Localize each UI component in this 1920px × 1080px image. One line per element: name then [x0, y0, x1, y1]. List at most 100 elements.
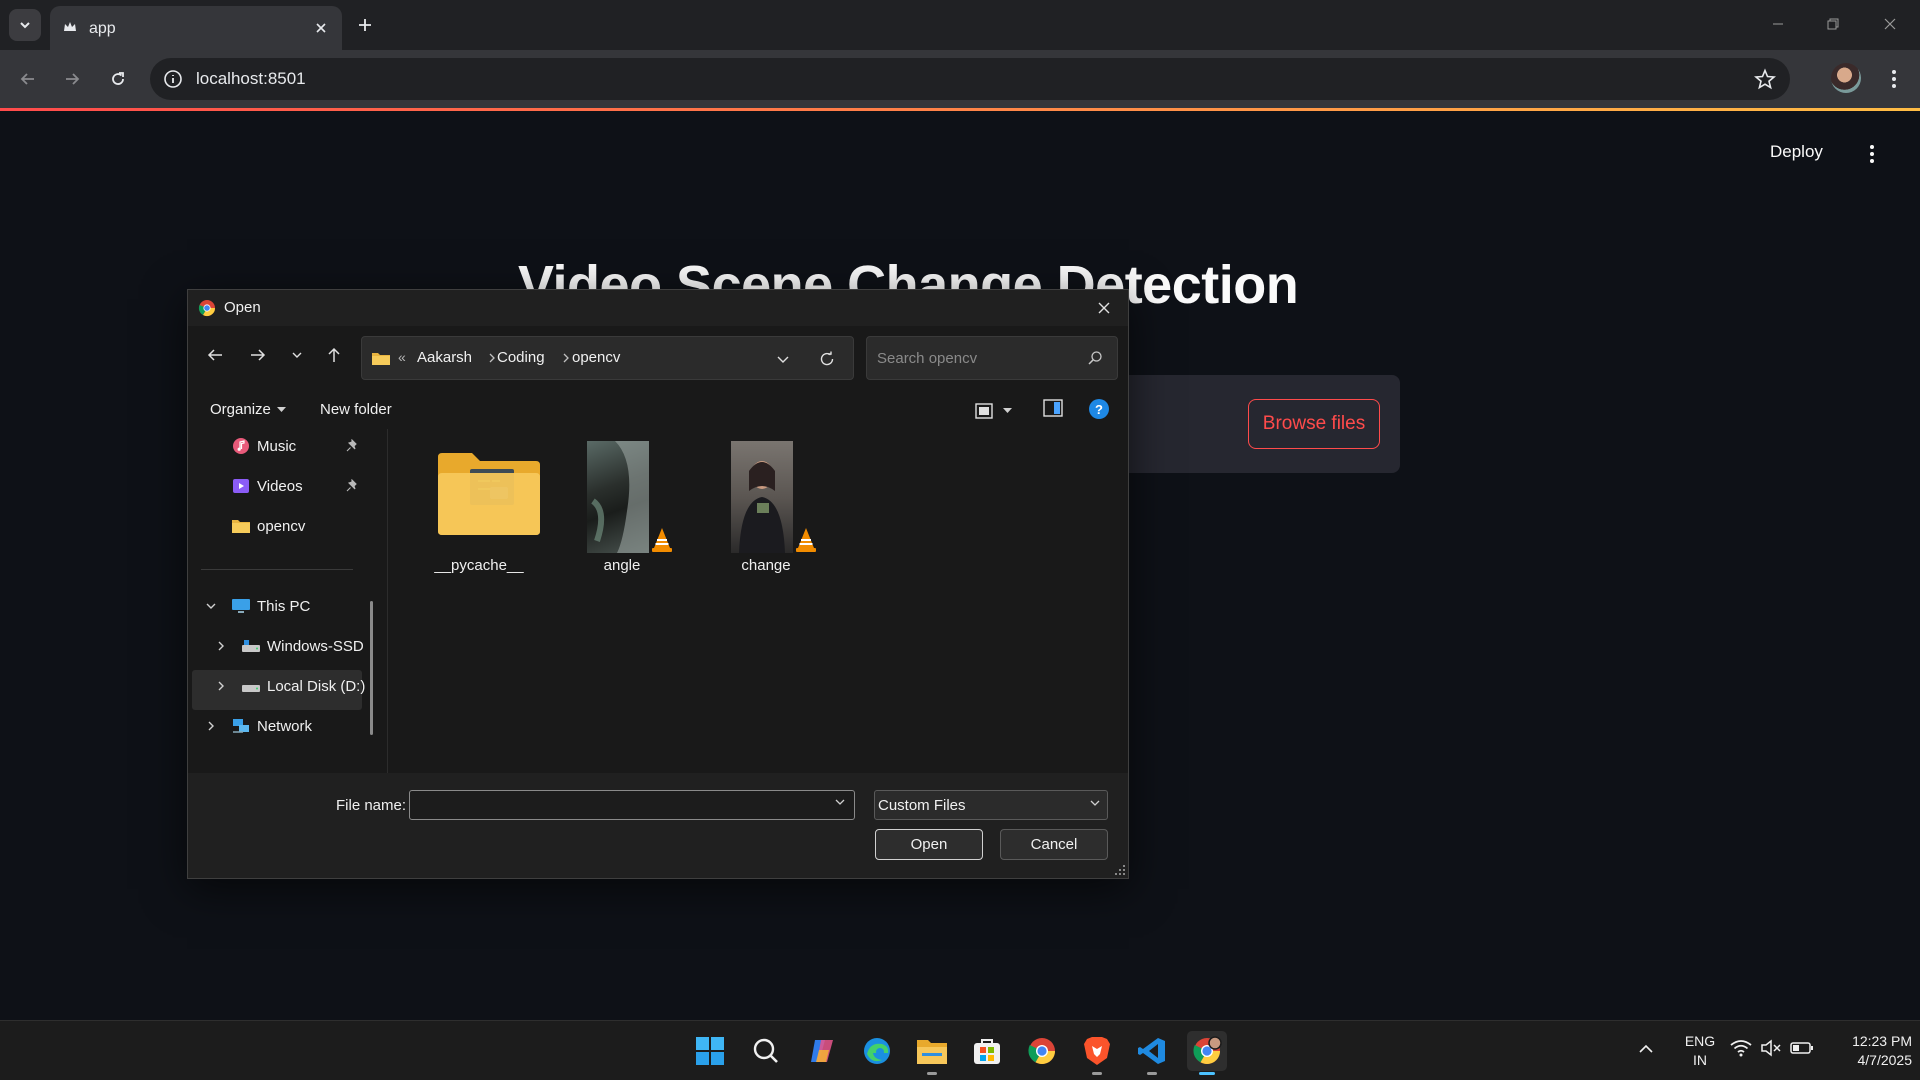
close-tab-icon[interactable] [310, 17, 332, 39]
nav-item-label: This PC [257, 597, 311, 615]
search-input[interactable]: Search opencv [866, 336, 1118, 380]
store-button[interactable] [967, 1031, 1007, 1071]
breadcrumb-separator-icon[interactable] [561, 349, 571, 367]
nav-scrollbar[interactable] [370, 601, 373, 735]
change-view-button[interactable] [975, 398, 1019, 424]
reload-button[interactable] [102, 63, 134, 95]
app-menu-button[interactable] [1862, 140, 1882, 168]
breadcrumb-item[interactable]: Aakarsh [417, 349, 472, 366]
chevron-down-icon [1089, 797, 1101, 809]
store-icon [974, 1039, 1000, 1064]
brave-button[interactable] [1077, 1031, 1117, 1075]
file-list: __pycache__ angle change [389, 429, 1128, 773]
collapse-chevron-icon[interactable] [202, 597, 220, 615]
back-button[interactable] [12, 63, 44, 95]
videos-icon [231, 476, 251, 496]
breadcrumb-item[interactable]: opencv [572, 349, 620, 366]
running-indicator [927, 1072, 937, 1075]
nav-item-this-pc[interactable]: This PC [231, 589, 310, 623]
nav-item-music[interactable]: Music [231, 429, 296, 463]
vlc-icon [796, 528, 816, 552]
profile-avatar[interactable] [1831, 63, 1861, 93]
system-clock[interactable]: 12:23 PM 4/7/2025 [1820, 1032, 1912, 1070]
close-window-button[interactable] [1868, 8, 1912, 40]
language-code: ENG [1684, 1033, 1716, 1049]
refresh-button[interactable] [815, 348, 839, 370]
edge-button[interactable] [857, 1031, 897, 1071]
breadcrumb[interactable]: « Aakarsh Coding opencv [361, 336, 854, 380]
battery-icon[interactable] [1790, 1040, 1814, 1056]
site-info-icon[interactable] [163, 69, 183, 89]
expand-chevron-icon[interactable] [202, 717, 220, 735]
help-icon[interactable]: ? [1089, 399, 1109, 419]
cancel-button[interactable]: Cancel [1000, 829, 1108, 860]
start-button[interactable] [690, 1031, 730, 1071]
restore-button[interactable] [1811, 8, 1855, 40]
file-item-pycache[interactable]: __pycache__ [409, 441, 549, 574]
page-header-decoration-bar [0, 108, 1920, 111]
brave-icon [1084, 1037, 1110, 1065]
file-name-label: File name: [336, 797, 407, 814]
arrow-right-icon [251, 349, 266, 361]
dialog-forward-button[interactable] [242, 339, 274, 371]
pin-icon[interactable] [345, 429, 359, 463]
browser-tab[interactable]: app [50, 6, 342, 50]
vscode-button[interactable] [1132, 1031, 1172, 1075]
browse-files-button[interactable]: Browse files [1248, 399, 1380, 449]
expand-chevron-icon[interactable] [212, 677, 230, 695]
preview-pane-button[interactable] [1043, 399, 1063, 417]
show-hidden-icons-button[interactable] [1638, 1041, 1654, 1057]
file-name-input[interactable] [409, 790, 855, 820]
nav-item-videos[interactable]: Videos [231, 469, 303, 503]
folder-icon [438, 453, 540, 535]
file-item-change[interactable]: change [696, 441, 836, 574]
breadcrumb-overflow[interactable]: « [398, 349, 406, 365]
music-icon [231, 436, 251, 456]
file-type-value: Custom Files [878, 797, 966, 814]
taskbar-search-button[interactable] [746, 1031, 786, 1071]
recent-locations-button[interactable] [281, 339, 313, 371]
volume-muted-icon[interactable] [1760, 1039, 1782, 1057]
nav-item-label: Music [257, 437, 297, 455]
arrow-right-icon [66, 73, 80, 85]
breadcrumb-separator-icon[interactable] [487, 349, 497, 367]
new-tab-button[interactable] [352, 12, 378, 38]
nav-item-opencv[interactable]: opencv [231, 509, 305, 543]
resize-grip-icon[interactable] [1114, 864, 1126, 876]
input-language-indicator[interactable]: ENG IN [1682, 1032, 1718, 1070]
expand-chevron-icon[interactable] [212, 637, 230, 655]
plus-icon [359, 19, 371, 31]
address-bar[interactable]: localhost:8501 [150, 58, 1790, 100]
dialog-back-button[interactable] [199, 339, 231, 371]
pin-icon[interactable] [345, 469, 359, 503]
up-one-level-button[interactable] [318, 339, 350, 371]
more-vertical-icon [1892, 70, 1896, 88]
organize-menu[interactable]: Organize [210, 401, 286, 418]
nav-item-label: Network [257, 717, 313, 735]
chrome-button[interactable] [1022, 1031, 1062, 1071]
wifi-icon[interactable] [1730, 1039, 1752, 1057]
tab-search-button[interactable] [9, 9, 41, 41]
copilot-button[interactable] [802, 1031, 842, 1071]
deploy-button[interactable]: Deploy [1770, 142, 1823, 162]
open-button[interactable]: Open [875, 829, 983, 860]
bookmark-star-icon[interactable] [1754, 68, 1776, 90]
dialog-close-button[interactable] [1094, 298, 1114, 318]
clock-time: 12:23 PM [1852, 1033, 1912, 1049]
browser-menu-button[interactable] [1880, 63, 1908, 95]
chrome-profile-button[interactable] [1187, 1031, 1227, 1075]
vscode-icon [1138, 1038, 1165, 1064]
nav-item-local-disk[interactable]: Local Disk (D:) [241, 669, 365, 703]
chevron-up-icon [1639, 1044, 1653, 1053]
nav-item-windows-ssd[interactable]: Windows-SSD [241, 629, 364, 663]
file-type-select[interactable]: Custom Files [874, 790, 1108, 820]
file-item-angle[interactable]: angle [552, 441, 692, 574]
minimize-button[interactable] [1756, 8, 1800, 40]
file-explorer-button[interactable] [912, 1031, 952, 1075]
nav-item-network[interactable]: Network [231, 709, 312, 743]
breadcrumb-item[interactable]: Coding [497, 349, 545, 366]
forward-button[interactable] [56, 63, 88, 95]
address-history-dropdown[interactable] [772, 348, 794, 370]
drive-icon [241, 636, 261, 656]
new-folder-button[interactable]: New folder [320, 401, 392, 418]
